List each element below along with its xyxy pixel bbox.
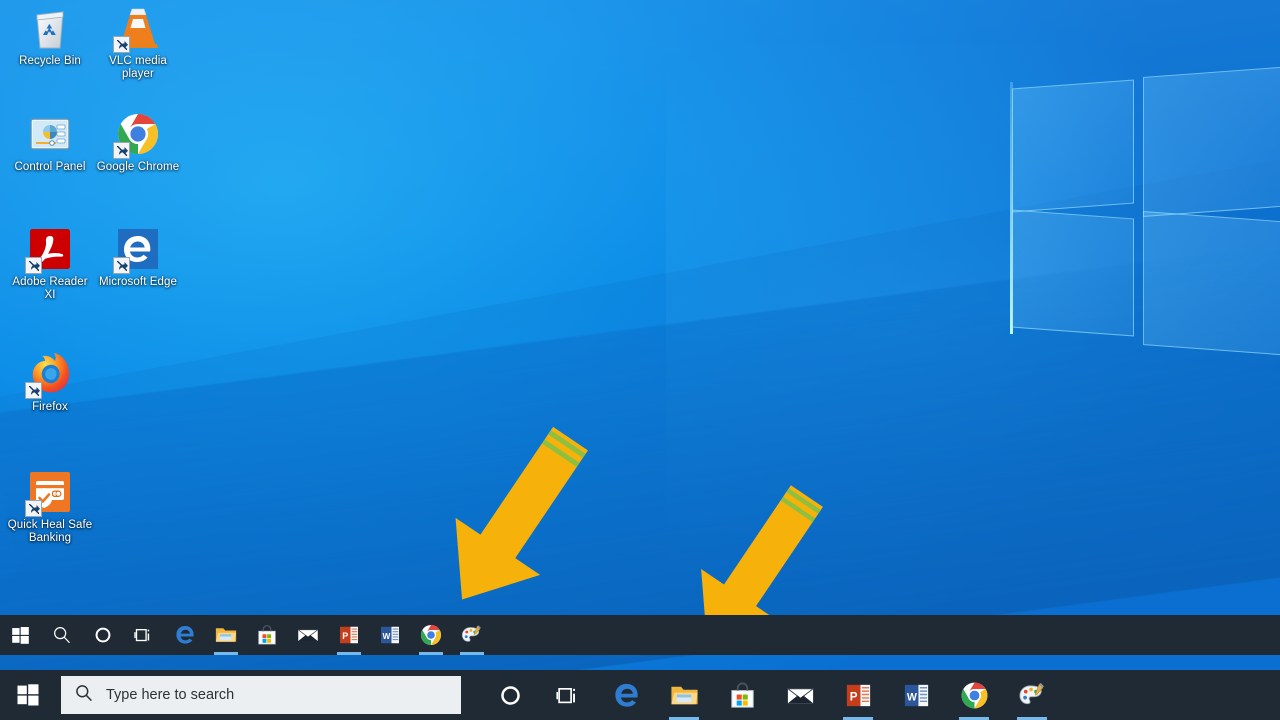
desktop-icon-microsoft-edge[interactable]: Microsoft Edge	[94, 225, 182, 289]
desktop-icon-control-panel[interactable]: Control Panel	[6, 110, 94, 174]
taskbar-item-file-explorer[interactable]	[205, 615, 246, 655]
adobe-reader-xi-icon	[25, 225, 74, 274]
svg-text:W: W	[906, 691, 917, 703]
taskbar-item-google-chrome[interactable]	[945, 670, 1003, 720]
quick-heal-safe-banking-icon	[25, 468, 74, 517]
taskbar-item-paint-3d[interactable]	[1003, 670, 1061, 720]
desktop-icon-google-chrome[interactable]: Google Chrome	[94, 110, 182, 174]
mini-taskbar[interactable]: PW	[0, 615, 1280, 655]
recycle-bin-icon	[26, 4, 74, 52]
running-indicator	[459, 652, 484, 655]
taskbar-item-powerpoint[interactable]: P	[829, 670, 887, 720]
desktop-icon-label: Recycle Bin	[19, 55, 81, 67]
logo-pane-top-right	[1143, 63, 1280, 217]
shortcut-overlay-icon	[25, 382, 42, 399]
taskbar-item-google-chrome[interactable]	[410, 615, 451, 655]
desktop-icon-label: Google Chrome	[96, 161, 180, 173]
desktop-icon-adobe-reader-xi[interactable]: Adobe Reader XI	[6, 225, 94, 302]
desktop-screen: Recycle Bin VLC media player Control Panel…	[0, 0, 1280, 720]
taskbar-item-search-icon[interactable]	[41, 615, 82, 655]
search-icon	[75, 684, 93, 707]
desktop-icon-vlc-media-player[interactable]: VLC media player	[94, 4, 182, 81]
taskbar-item-microsoft-edge[interactable]	[164, 615, 205, 655]
taskbar-item-cortana-icon[interactable]	[481, 670, 539, 720]
shortcut-overlay-icon	[25, 500, 42, 517]
taskbar-item-word[interactable]: W	[369, 615, 410, 655]
taskbar-item-cortana-icon[interactable]	[82, 615, 123, 655]
taskbar-item-mail[interactable]	[771, 670, 829, 720]
desktop-icon-label: Control Panel	[14, 161, 86, 173]
shortcut-overlay-icon	[25, 257, 42, 274]
desktop-icon-label: Firefox	[32, 401, 68, 413]
main-taskbar[interactable]: Type here to search P W	[0, 670, 1280, 720]
desktop-icon-label: Quick Heal Safe Banking	[7, 519, 93, 544]
firefox-icon	[25, 350, 74, 399]
shortcut-overlay-icon	[113, 142, 130, 159]
shortcut-overlay-icon	[113, 36, 130, 53]
taskbar-item-file-explorer[interactable]	[655, 670, 713, 720]
taskbar-item-mail[interactable]	[287, 615, 328, 655]
svg-text:P: P	[342, 631, 348, 641]
running-indicator	[213, 652, 238, 655]
control-panel-icon	[26, 110, 74, 158]
desktop-icon-recycle-bin[interactable]: Recycle Bin	[6, 4, 94, 68]
google-chrome-icon	[113, 110, 162, 159]
start-button[interactable]	[0, 670, 56, 720]
running-indicator	[336, 652, 361, 655]
shortcut-overlay-icon	[113, 257, 130, 274]
taskbar-item-microsoft-store[interactable]	[713, 670, 771, 720]
taskbar-item-word[interactable]: W	[887, 670, 945, 720]
taskbar-item-powerpoint[interactable]: P	[328, 615, 369, 655]
running-indicator	[418, 652, 443, 655]
taskbar-item-task-view-icon[interactable]	[123, 615, 164, 655]
search-input[interactable]: Type here to search	[61, 676, 461, 714]
desktop-icon-label: VLC media player	[109, 55, 167, 80]
desktop-icon-firefox[interactable]: Firefox	[6, 350, 94, 414]
mini-start-button[interactable]	[0, 615, 41, 655]
svg-text:W: W	[382, 632, 390, 641]
search-placeholder-text: Type here to search	[106, 687, 235, 703]
taskbar-item-paint-3d[interactable]	[451, 615, 492, 655]
desktop-icon-label: Microsoft Edge	[98, 276, 178, 288]
svg-text:P: P	[849, 690, 857, 703]
taskbar-item-microsoft-store[interactable]	[246, 615, 287, 655]
taskbar-item-microsoft-edge[interactable]	[597, 670, 655, 720]
desktop-icon-quick-heal-safe-banking[interactable]: Quick Heal Safe Banking	[6, 468, 94, 545]
microsoft-edge-icon	[113, 225, 162, 274]
vlc-media-player-icon	[113, 4, 162, 53]
desktop-wallpaper[interactable]	[0, 0, 1280, 720]
desktop-icon-label: Adobe Reader XI	[12, 276, 88, 301]
logo-pane-top-left	[1012, 79, 1134, 213]
taskbar-item-task-view-icon[interactable]	[539, 670, 597, 720]
